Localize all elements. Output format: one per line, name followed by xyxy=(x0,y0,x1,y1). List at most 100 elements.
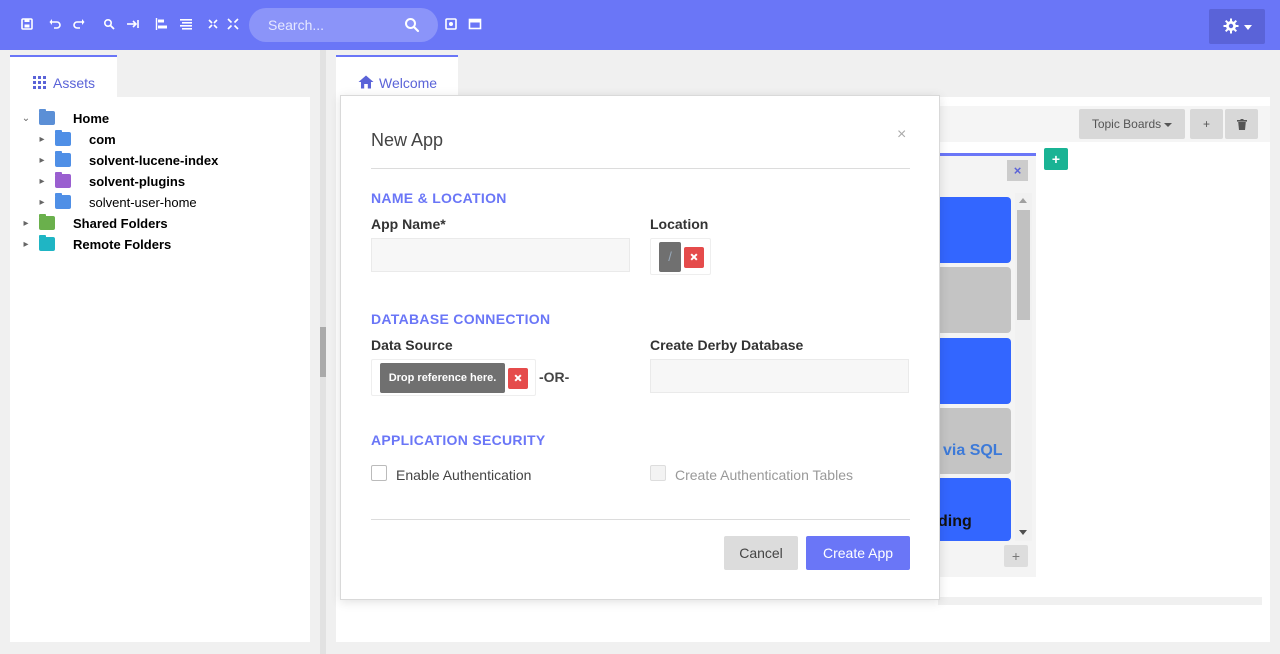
data-source-reference[interactable]: Drop reference here. xyxy=(371,359,536,396)
derby-database-input[interactable] xyxy=(650,359,909,393)
search-input[interactable] xyxy=(249,8,399,42)
shared-folder-icon xyxy=(39,214,55,230)
derby-database-label: Create Derby Database xyxy=(650,337,804,353)
board-card[interactable]: ding xyxy=(938,478,1011,541)
divider xyxy=(371,168,910,169)
chevron-down-icon[interactable]: ⌄ xyxy=(20,108,32,129)
align-left-icon[interactable] xyxy=(155,17,169,31)
delete-board-button[interactable] xyxy=(1225,109,1258,139)
tree-node-com[interactable]: ▸ com xyxy=(36,129,300,150)
add-topic-button[interactable]: + xyxy=(1044,148,1068,170)
chevron-right-icon[interactable]: ▸ xyxy=(36,192,48,213)
tree-node-label: solvent-user-home xyxy=(89,195,197,210)
topic-boards-button[interactable]: Topic Boards xyxy=(1079,109,1185,139)
scroll-up-arrow-icon[interactable] xyxy=(1019,198,1027,203)
remove-location-button[interactable] xyxy=(684,247,704,268)
plus-icon: + xyxy=(1011,548,1021,564)
close-icon: × xyxy=(1013,163,1022,178)
tree-node-label: Shared Folders xyxy=(73,216,168,231)
tree-node-shared-folders[interactable]: ▸ Shared Folders xyxy=(20,213,300,234)
new-app-dialog: New App × NAME & LOCATION App Name* Loca… xyxy=(340,95,940,600)
tree-node-remote-folders[interactable]: ▸ Remote Folders xyxy=(20,234,300,255)
workspace-bottom-strip xyxy=(938,597,1262,605)
tree-node-label: solvent-lucene-index xyxy=(89,153,219,168)
scroll-down-arrow-icon[interactable] xyxy=(1019,530,1027,535)
plus-icon: + xyxy=(1051,151,1061,167)
or-separator: -OR- xyxy=(539,369,570,385)
screenshot-icon[interactable] xyxy=(444,17,458,31)
assets-tabstrip: Assets xyxy=(10,55,310,97)
goto-icon[interactable] xyxy=(126,17,140,31)
board-card-text: via SQL xyxy=(943,442,1003,459)
close-icon[interactable]: × xyxy=(897,126,906,144)
remove-data-source-button[interactable] xyxy=(508,368,528,389)
chevron-right-icon[interactable]: ▸ xyxy=(36,171,48,192)
board-card[interactable]: via SQL xyxy=(938,408,1011,474)
board-close-button[interactable]: × xyxy=(1007,160,1028,181)
enable-authentication-label[interactable]: Enable Authentication xyxy=(396,467,531,483)
board-card-text: ding xyxy=(938,513,972,530)
folder-icon xyxy=(55,151,71,167)
chevron-right-icon[interactable]: ▸ xyxy=(36,129,48,150)
collapse-icon[interactable] xyxy=(226,17,240,31)
tree-node-label: Home xyxy=(73,111,110,126)
tree-node-label: Remote Folders xyxy=(73,237,172,252)
location-label: Location xyxy=(650,216,709,232)
cancel-button[interactable]: Cancel xyxy=(724,536,798,570)
plus-icon: + xyxy=(1202,117,1210,131)
window-icon[interactable] xyxy=(468,17,482,31)
settings-button[interactable] xyxy=(1209,9,1265,44)
location-value: / xyxy=(659,242,681,272)
section-database: DATABASE CONNECTION xyxy=(371,311,551,327)
board-scrollbar[interactable] xyxy=(1015,193,1032,541)
assets-panel: Assets ⌄ Home ▸ com ▸ solvent-lucene-ind… xyxy=(10,55,310,642)
splitter-handle[interactable] xyxy=(320,327,326,377)
tree-node-home[interactable]: ⌄ Home xyxy=(20,108,300,129)
create-app-button[interactable]: Create App xyxy=(806,536,910,570)
tree-node-label: com xyxy=(89,132,116,147)
board-card[interactable] xyxy=(938,338,1011,404)
app-name-label: App Name* xyxy=(371,216,446,232)
chevron-down-icon xyxy=(1244,25,1252,30)
chevron-right-icon[interactable]: ▸ xyxy=(20,234,32,255)
chevron-down-icon xyxy=(1164,122,1173,127)
chevron-right-icon[interactable]: ▸ xyxy=(20,213,32,234)
tab-assets-label: Assets xyxy=(53,75,96,91)
chevron-right-icon[interactable]: ▸ xyxy=(36,150,48,171)
workspace-tabstrip: Welcome xyxy=(336,55,1270,97)
folder-icon xyxy=(55,130,71,146)
app-name-input[interactable] xyxy=(371,238,630,272)
search-bar[interactable] xyxy=(249,8,438,42)
board-card[interactable] xyxy=(938,267,1011,333)
section-security: APPLICATION SECURITY xyxy=(371,432,546,448)
drop-reference-target[interactable]: Drop reference here. xyxy=(380,363,505,393)
board-card[interactable] xyxy=(938,197,1011,263)
undo-icon[interactable] xyxy=(48,17,62,31)
tree-node-solvent-lucene-index[interactable]: ▸ solvent-lucene-index xyxy=(36,150,300,171)
create-auth-tables-checkbox xyxy=(650,465,666,481)
home-icon xyxy=(358,75,374,89)
tab-welcome-label: Welcome xyxy=(379,75,438,91)
gear-icon xyxy=(1223,18,1239,34)
trash-icon xyxy=(1236,119,1247,131)
tab-assets[interactable]: Assets xyxy=(10,55,117,97)
redo-icon[interactable] xyxy=(72,17,86,31)
find-icon[interactable] xyxy=(102,17,116,31)
enable-authentication-checkbox[interactable] xyxy=(371,465,387,481)
scroll-thumb[interactable] xyxy=(1017,210,1030,320)
location-reference[interactable]: / xyxy=(650,238,711,275)
tab-welcome[interactable]: Welcome xyxy=(336,55,458,97)
create-auth-tables-label: Create Authentication Tables xyxy=(675,467,853,483)
tree-node-solvent-plugins[interactable]: ▸ solvent-plugins xyxy=(36,171,300,192)
add-board-button[interactable]: + xyxy=(1190,109,1223,139)
plugin-folder-icon xyxy=(55,172,71,188)
user-folder-icon xyxy=(55,193,71,209)
expand-icon[interactable] xyxy=(206,17,220,31)
tree-node-label: solvent-plugins xyxy=(89,174,186,189)
section-name-location: NAME & LOCATION xyxy=(371,190,507,206)
search-icon[interactable] xyxy=(404,17,420,33)
tree-node-solvent-user-home[interactable]: ▸ solvent-user-home xyxy=(36,192,300,213)
save-icon[interactable] xyxy=(20,17,34,31)
board-add-card-button[interactable]: + xyxy=(1004,545,1028,567)
align-justify-icon[interactable] xyxy=(179,17,193,31)
